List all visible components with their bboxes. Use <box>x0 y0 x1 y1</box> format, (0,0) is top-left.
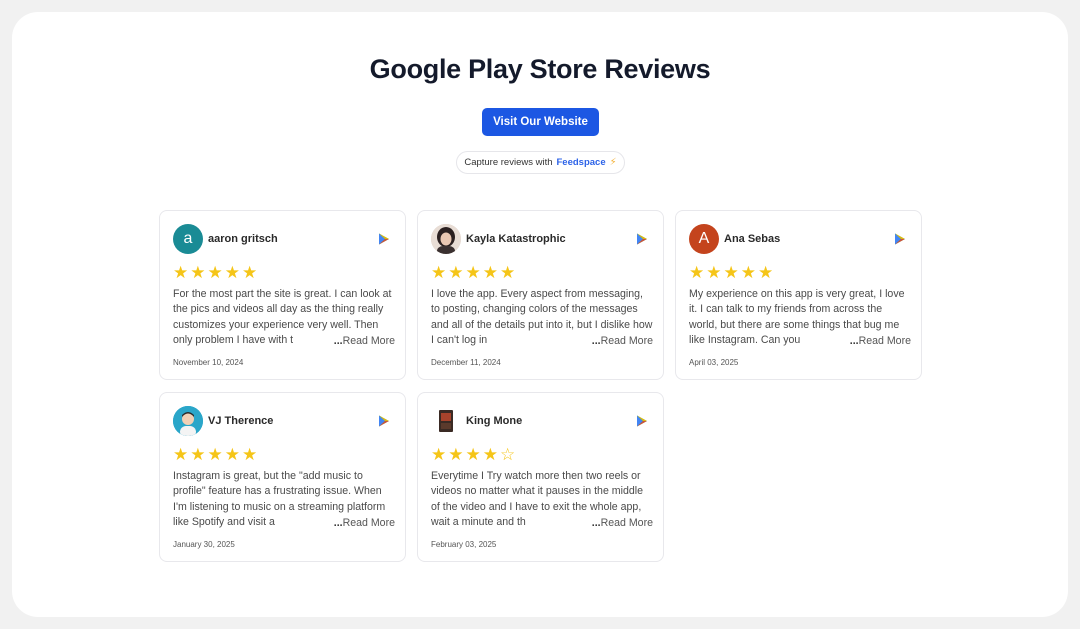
read-more-link[interactable]: ...Read More <box>847 333 911 349</box>
reviewer-name: Kayla Katastrophic <box>466 233 566 245</box>
read-more-label: Read More <box>342 516 395 529</box>
bolt-icon: ⚡ <box>609 157 617 168</box>
feedspace-brand: Feedspace <box>556 157 606 168</box>
star-rating: ★★★★★ <box>173 445 260 464</box>
screenshot-frame: Google Play Store Reviews Visit Our Webs… <box>0 0 1080 629</box>
review-card: A Ana Sebas ★★★★★ My experience on this … <box>675 210 922 380</box>
read-more-label: Read More <box>342 334 395 347</box>
star-rating: ★★★★☆ <box>431 445 518 464</box>
review-text-block: Instagram is great, but the "add music t… <box>173 469 395 531</box>
profile-photo-icon <box>431 406 461 436</box>
read-more-link[interactable]: ...Read More <box>589 333 653 349</box>
review-card: King Mone ★★★★☆ Everytime I Try watch mo… <box>417 392 664 562</box>
star-rating: ★★★★★ <box>173 263 260 282</box>
capture-reviews-badge[interactable]: Capture reviews with Feedspace ⚡ <box>456 151 625 174</box>
review-card: a aaron gritsch ★★★★★ For the most part … <box>159 210 406 380</box>
read-more-label: Read More <box>858 334 911 347</box>
read-more-link[interactable]: ...Read More <box>589 515 653 531</box>
google-play-icon[interactable] <box>894 233 906 245</box>
avatar: A <box>689 224 719 254</box>
review-text-block: I love the app. Every aspect from messag… <box>431 287 653 349</box>
review-date: February 03, 2025 <box>431 540 497 549</box>
read-more-label: Read More <box>600 334 653 347</box>
star-rating: ★★★★★ <box>689 263 776 282</box>
review-card: VJ Therence ★★★★★ Instagram is great, bu… <box>159 392 406 562</box>
read-more-label: Read More <box>600 516 653 529</box>
review-text-block: For the most part the site is great. I c… <box>173 287 395 349</box>
review-date: January 30, 2025 <box>173 540 235 549</box>
star-rating: ★★★★★ <box>431 263 518 282</box>
reviewer-name: VJ Therence <box>208 415 274 427</box>
google-play-icon[interactable] <box>378 415 390 427</box>
ellipsis: ... <box>849 334 859 347</box>
avatar <box>173 406 203 436</box>
profile-photo-icon <box>431 224 461 254</box>
google-play-icon[interactable] <box>636 415 648 427</box>
review-text-block: My experience on this app is very great,… <box>689 287 911 349</box>
avatar: a <box>173 224 203 254</box>
page-title: Google Play Store Reviews <box>369 54 711 84</box>
ellipsis: ... <box>333 516 343 529</box>
read-more-link[interactable]: ...Read More <box>331 333 395 349</box>
avatar <box>431 406 461 436</box>
google-play-icon[interactable] <box>636 233 648 245</box>
ellipsis: ... <box>333 334 343 347</box>
review-card: Kayla Katastrophic ★★★★★ I love the app.… <box>417 210 664 380</box>
reviewer-name: King Mone <box>466 415 523 427</box>
reviewer-name: Ana Sebas <box>724 233 781 245</box>
review-text-block: Everytime I Try watch more then two reel… <box>431 469 653 531</box>
avatar <box>431 224 461 254</box>
visit-website-button[interactable]: Visit Our Website <box>482 108 599 136</box>
read-more-link[interactable]: ...Read More <box>331 515 395 531</box>
ellipsis: ... <box>591 334 601 347</box>
review-date: December 11, 2024 <box>431 358 501 367</box>
reviewer-name: aaron gritsch <box>208 233 278 245</box>
capture-prefix: Capture reviews with <box>464 157 553 168</box>
google-play-icon[interactable] <box>378 233 390 245</box>
review-date: November 10, 2024 <box>173 358 244 367</box>
profile-photo-icon <box>173 406 203 436</box>
ellipsis: ... <box>591 516 601 529</box>
review-date: April 03, 2025 <box>689 358 739 367</box>
